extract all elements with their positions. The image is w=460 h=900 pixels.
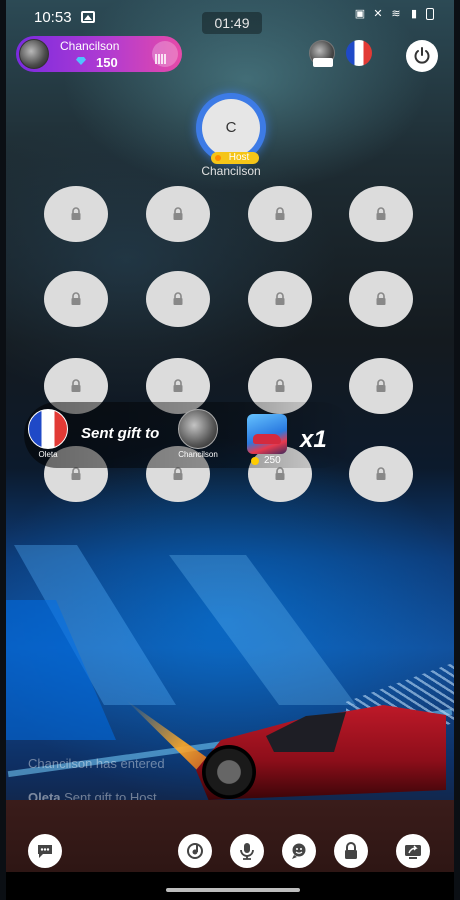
diamond-icon	[76, 57, 86, 65]
seat-3[interactable]	[248, 186, 312, 242]
share-screen-icon	[405, 845, 421, 859]
lock-icon	[376, 467, 386, 480]
scene-panel	[169, 555, 356, 705]
seat-4[interactable]	[349, 186, 413, 242]
lock-icon	[173, 379, 183, 392]
gift-price: 250	[264, 455, 281, 466]
lock-icon	[275, 292, 285, 305]
lock-icon	[345, 842, 357, 859]
race-car-wheel	[202, 745, 256, 799]
host-avatar[interactable]	[19, 39, 49, 69]
coin-icon	[251, 457, 259, 465]
recipient-name: Chancilson	[178, 450, 218, 459]
host-info-card[interactable]: Chancilson 150	[16, 36, 182, 72]
lock-icon	[173, 292, 183, 305]
soundwave-button[interactable]	[152, 41, 178, 67]
face-icon	[292, 843, 306, 859]
lock-icon	[275, 379, 285, 392]
lock-icon	[376, 207, 386, 220]
lock-icon	[376, 379, 386, 392]
lock-icon	[376, 292, 386, 305]
battery-icon	[426, 8, 434, 20]
viewer-avatar[interactable]	[309, 40, 335, 67]
lock-icon	[275, 207, 285, 220]
lock-room-button[interactable]	[334, 834, 368, 868]
race-car-window	[266, 712, 346, 752]
bottom-toolbar	[6, 800, 454, 872]
host-seat-name: Chancilson	[201, 164, 261, 178]
lock-icon	[173, 467, 183, 480]
gift-multiplier: x1	[300, 426, 327, 453]
power-icon	[414, 47, 430, 64]
mic-button[interactable]	[230, 834, 264, 868]
france-flag-icon[interactable]	[346, 40, 372, 66]
seat-6[interactable]	[146, 271, 210, 327]
seat-7[interactable]	[248, 271, 312, 327]
status-time: 10:53	[34, 9, 72, 26]
live-room-screen: 10:53 ▣ ✕ ≋ ▮ 01:49 Chancilson 150 C Hos…	[6, 0, 454, 900]
lock-icon	[173, 207, 183, 220]
gift-text: Sent gift to	[81, 425, 160, 442]
lock-icon	[71, 379, 81, 392]
chat-icon	[38, 845, 52, 858]
status-icons: ▣ ✕ ≋ ▮	[354, 8, 434, 20]
host-seat-avatar: C	[202, 99, 260, 157]
seat-8[interactable]	[349, 271, 413, 327]
lock-icon	[71, 207, 81, 220]
seat-1[interactable]	[44, 186, 108, 242]
lock-icon	[275, 467, 285, 480]
face-effects-button[interactable]	[282, 834, 316, 868]
sim-icon: ▣	[354, 8, 366, 20]
host-card-name: Chancilson	[60, 39, 120, 53]
seat-5[interactable]	[44, 271, 108, 327]
music-button[interactable]	[178, 834, 212, 868]
signal-icon: ▮	[410, 8, 418, 20]
mute-icon: ✕	[373, 8, 383, 20]
system-nav-bar	[6, 872, 454, 900]
host-badge-icon	[215, 155, 221, 161]
chat-message-text: Chancilson has entered	[28, 756, 165, 771]
gift-car-icon	[247, 414, 287, 454]
recipient-avatar	[178, 409, 218, 449]
host-badge-label: Host	[228, 152, 250, 163]
room-timer: 01:49	[202, 12, 262, 34]
gallery-icon	[81, 11, 95, 23]
music-icon	[187, 843, 203, 859]
host-badge: Host	[211, 152, 259, 164]
host-coin-count: 150	[96, 55, 118, 70]
chat-message: Chancilson has entered	[28, 756, 165, 771]
lock-icon	[71, 292, 81, 305]
mic-icon	[240, 843, 254, 860]
share-screen-button[interactable]	[396, 834, 430, 868]
seat-12[interactable]	[349, 358, 413, 414]
exit-room-button[interactable]	[406, 40, 438, 72]
lock-icon	[71, 467, 81, 480]
sender-name: Oleta	[38, 450, 58, 459]
seat-2[interactable]	[146, 186, 210, 242]
home-gesture-handle[interactable]	[166, 888, 300, 892]
soundwave-icon	[155, 54, 167, 64]
seat-16[interactable]	[349, 446, 413, 502]
wifi-icon: ≋	[391, 8, 401, 20]
chat-button[interactable]	[28, 834, 62, 868]
sender-avatar	[28, 409, 68, 449]
